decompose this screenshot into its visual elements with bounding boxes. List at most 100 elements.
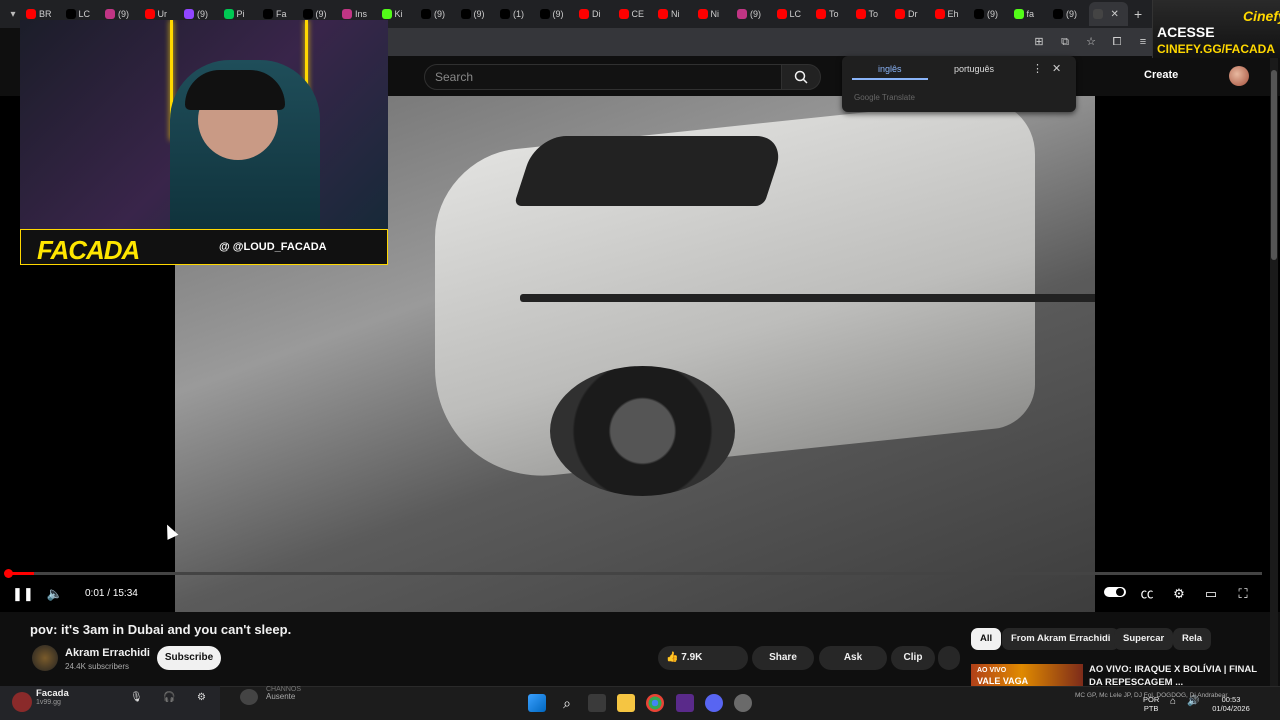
scrollbar-thumb[interactable] bbox=[1271, 70, 1277, 260]
browser-tab[interactable]: (9) bbox=[536, 2, 576, 26]
discord-icon[interactable] bbox=[705, 694, 723, 712]
tab-label: Ki bbox=[394, 9, 403, 19]
microphone-icon[interactable]: 🎙 bbox=[130, 692, 143, 703]
browser-tab[interactable]: (9) bbox=[970, 2, 1010, 26]
subscribe-button[interactable]: Subscribe bbox=[157, 646, 221, 670]
browser-tab[interactable]: (9) bbox=[733, 2, 773, 26]
browser-tab[interactable]: fa bbox=[1010, 2, 1050, 26]
share-button[interactable]: Share bbox=[752, 646, 814, 670]
chip-0[interactable]: All bbox=[971, 628, 1002, 650]
tiktok-icon bbox=[421, 9, 431, 19]
translate-lang-to[interactable]: português bbox=[954, 64, 994, 74]
pause-button[interactable]: ❚❚ bbox=[12, 585, 34, 603]
browser-tab[interactable]: Ni bbox=[694, 2, 734, 26]
browser-tab[interactable]: CE bbox=[615, 2, 655, 26]
like-button[interactable]: 👍 7.9K bbox=[658, 646, 748, 670]
more-vert-icon[interactable]: ⋮ bbox=[1032, 62, 1043, 75]
tab-label: Eh bbox=[947, 9, 959, 19]
youtube-icon bbox=[816, 9, 826, 19]
voice-user-avatar[interactable] bbox=[240, 689, 258, 705]
channel-avatar[interactable] bbox=[32, 645, 58, 671]
video-car-stripe bbox=[520, 294, 1095, 302]
bookmark-star-icon[interactable]: ☆ bbox=[1084, 35, 1098, 49]
tiktok-icon bbox=[539, 9, 550, 19]
captions-icon[interactable]: ㏄ bbox=[1138, 585, 1156, 603]
toggle-icon bbox=[1104, 587, 1126, 597]
cast-icon[interactable]: ⧉ bbox=[1058, 35, 1072, 49]
create-button[interactable]: Create bbox=[1144, 69, 1178, 81]
settings-gear-icon[interactable]: ⚙ bbox=[197, 692, 206, 703]
chip-2[interactable]: Supercar bbox=[1114, 628, 1174, 650]
tab-label: (9) bbox=[434, 9, 445, 19]
system-clock[interactable]: 00:53 01/04/2026 bbox=[1206, 695, 1256, 713]
ask-button[interactable]: Ask bbox=[819, 646, 887, 670]
video-title: pov: it's 3am in Dubai and you can't sle… bbox=[30, 622, 292, 637]
browser-tab[interactable]: Di bbox=[575, 2, 615, 26]
search-input[interactable]: Search bbox=[424, 64, 782, 90]
streamer-name-bar: FACADA @ @LOUD_FACADA bbox=[20, 229, 388, 265]
tab-label: Fa bbox=[276, 9, 287, 19]
close-icon[interactable]: ✕ bbox=[1052, 62, 1061, 75]
browser-tab[interactable]: Dr bbox=[891, 2, 931, 26]
browser-tab[interactable]: To bbox=[852, 2, 892, 26]
speaker-icon[interactable]: 🔊 bbox=[1187, 697, 1199, 707]
search-button[interactable] bbox=[781, 64, 821, 90]
progress-track[interactable] bbox=[8, 572, 1262, 575]
new-tab-button[interactable]: + bbox=[1134, 6, 1142, 22]
browser-tab[interactable]: (9) bbox=[417, 2, 457, 26]
translate-lang-from[interactable]: inglês bbox=[878, 64, 902, 74]
input-language[interactable]: POR PTB bbox=[1143, 695, 1159, 713]
tab-close-icon[interactable]: ✕ bbox=[1111, 9, 1119, 20]
wifi-icon[interactable]: ⌂ bbox=[1170, 697, 1176, 707]
youtube-icon bbox=[658, 9, 668, 19]
browser-tab[interactable]: (1) bbox=[496, 2, 536, 26]
account-avatar[interactable] bbox=[1229, 66, 1249, 86]
clip-button[interactable]: Clip bbox=[891, 646, 935, 670]
current-time: 0:01 bbox=[85, 588, 105, 599]
translate-icon[interactable]: ⊞ bbox=[1032, 35, 1046, 49]
browser-tab[interactable]: (9) bbox=[457, 2, 497, 26]
reading-list-icon[interactable]: ≡ bbox=[1136, 35, 1150, 49]
tab-label: (9) bbox=[987, 9, 998, 19]
chip-1[interactable]: From Akram Errachidi bbox=[1002, 628, 1120, 650]
browser-tab[interactable]: To bbox=[812, 2, 852, 26]
settings-app-icon[interactable] bbox=[734, 694, 752, 712]
tiktok-icon bbox=[460, 9, 471, 19]
video-car-roof bbox=[513, 136, 787, 206]
channel-name[interactable]: Akram Errachidi bbox=[65, 647, 150, 659]
streamer-logo: FACADA bbox=[37, 235, 140, 265]
browser-tab[interactable]: Ni bbox=[654, 2, 694, 26]
browser-tab[interactable]: ✕ bbox=[1088, 2, 1128, 26]
headphones-icon[interactable]: 🎧 bbox=[163, 692, 175, 703]
nzxt-icon[interactable] bbox=[676, 694, 694, 712]
browser-tab[interactable]: LC bbox=[773, 2, 813, 26]
windows-start-icon[interactable] bbox=[528, 694, 546, 712]
file-explorer-icon[interactable] bbox=[617, 694, 635, 712]
lang-2: PTB bbox=[1143, 704, 1159, 713]
tab-label: Ni bbox=[710, 9, 720, 19]
chip-3[interactable]: Rela bbox=[1173, 628, 1212, 650]
extensions-icon[interactable]: ⧠ bbox=[1110, 35, 1124, 49]
like-count: 7.9K bbox=[681, 652, 703, 663]
tiktok-icon bbox=[302, 9, 313, 19]
autoplay-toggle[interactable] bbox=[1104, 585, 1126, 603]
task-view-icon[interactable] bbox=[588, 694, 606, 712]
volume-button[interactable]: 🔈 bbox=[46, 585, 64, 603]
tab-label: Di bbox=[592, 9, 601, 19]
youtube-icon bbox=[144, 9, 155, 19]
theater-mode-icon[interactable]: ▭ bbox=[1202, 585, 1220, 603]
tab-label: Ni bbox=[671, 9, 680, 19]
progress-scrubber[interactable] bbox=[4, 569, 13, 578]
tab-label: CE bbox=[631, 9, 645, 19]
browser-tab[interactable]: (9) bbox=[1049, 2, 1089, 26]
chrome-icon[interactable] bbox=[646, 694, 664, 712]
discord-avatar[interactable] bbox=[12, 692, 32, 712]
fullscreen-icon[interactable]: ⛶ bbox=[1234, 585, 1252, 603]
settings-gear-icon[interactable]: ⚙ bbox=[1170, 585, 1188, 603]
kick-icon bbox=[381, 9, 392, 19]
youtube-icon bbox=[934, 9, 945, 19]
sponsor-cta: ACESSE bbox=[1157, 24, 1215, 40]
browser-tab[interactable]: Eh bbox=[931, 2, 971, 26]
more-actions-button[interactable] bbox=[938, 646, 960, 670]
search-icon[interactable]: ⌕ bbox=[558, 694, 576, 712]
